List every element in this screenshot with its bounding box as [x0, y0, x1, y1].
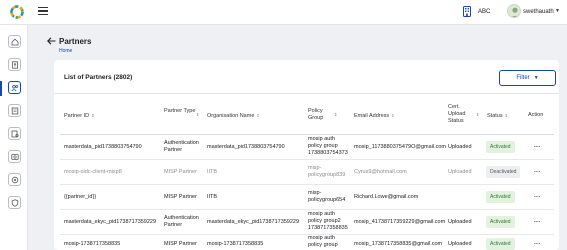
column-header-cert-upload-status[interactable]: Cert. Upload Status: [448, 104, 472, 125]
sort-icon[interactable]: ⇕: [334, 112, 337, 117]
column-header-email-address[interactable]: Email Address ⇕: [354, 112, 395, 120]
table-row[interactable]: masterdata_pid1738803754790 Authenticati…: [60, 135, 554, 160]
partner-type: Authentication Partner: [164, 215, 199, 228]
policy-group: mosip auth policy group 1738803754373: [308, 136, 348, 156]
sort-icon: ⇕: [256, 113, 260, 118]
menu-toggle-icon[interactable]: [38, 7, 48, 16]
user-name[interactable]: swethauath: [523, 9, 554, 15]
cert-upload-status: Uploaded: [448, 144, 472, 150]
email-address: Cyrus9@hotmail.com: [354, 169, 407, 175]
sort-icon: ⇕: [391, 113, 395, 118]
partner-type: Authentication Partner: [164, 140, 199, 153]
avatar[interactable]: [507, 4, 521, 18]
organization-icon: [463, 6, 471, 17]
sort-icon[interactable]: ⇕: [476, 112, 479, 117]
table-row[interactable]: masterdata_ekyc_pid1738717359229 Authent…: [60, 210, 554, 235]
status-badge: Deactivated: [486, 166, 521, 178]
email-address: mosip_41738717359229@gmail.com: [354, 219, 446, 225]
caret-down-icon: ▼: [533, 75, 539, 81]
policy-icon[interactable]: [8, 104, 21, 117]
policy-group: mosip auth policy group2 1738717358835: [308, 211, 348, 231]
policy-group: misp-policygroup839: [308, 165, 346, 178]
email-address: mosip_1173880375479O@gmail.com: [354, 144, 447, 150]
shield-icon[interactable]: [8, 196, 21, 209]
policy-group: misp-policygroup654: [308, 190, 346, 203]
more-actions-icon[interactable]: ...: [534, 168, 541, 174]
list-title: List of Partners (2802): [64, 74, 133, 81]
partners-list-card: List of Partners (2802) Filter ▼ Partner…: [54, 60, 559, 250]
more-actions-icon[interactable]: ...: [534, 143, 541, 149]
partner-id[interactable]: masterdata_pid1738803754790: [64, 144, 142, 151]
column-header-action: Action: [528, 112, 544, 118]
partner-type: MISP Partner: [164, 169, 197, 175]
column-header-partner-id[interactable]: Partner ID ⇕: [64, 112, 94, 120]
cert-upload-status: Uploaded: [448, 169, 472, 175]
partners-icon[interactable]: [8, 81, 21, 94]
page-title: Partners: [59, 37, 92, 46]
sidebar: [0, 25, 28, 250]
policy-group: mosip auth policy group: [308, 235, 338, 248]
email-address: mosip_1738717358835@gmail.com: [354, 241, 443, 247]
table-row[interactable]: mosip-1738717358835 MISP Partner mosip-1…: [60, 235, 554, 250]
device-icon[interactable]: [8, 150, 21, 163]
sort-icon: ⇕: [91, 113, 95, 118]
partner-type: MISP Partner: [164, 194, 197, 200]
cert-upload-status: Uploaded: [448, 241, 472, 247]
top-bar: ABC swethauath ▼: [0, 0, 567, 25]
back-arrow-icon[interactable]: [47, 37, 56, 45]
cert-upload-status: Uploaded: [448, 219, 472, 225]
status-badge: Activated: [486, 238, 515, 250]
upload-doc-icon[interactable]: [8, 58, 21, 71]
more-actions-icon[interactable]: ...: [534, 240, 541, 246]
column-header-policy-group[interactable]: Policy Group: [308, 108, 330, 122]
sidebar-active-indicator: [0, 81, 2, 96]
partner-id[interactable]: {{partner_id}}: [64, 194, 96, 201]
column-header-organisation-name[interactable]: Organisation Name ⇕: [207, 112, 260, 120]
partner-type: MISP Partner: [164, 241, 197, 247]
sort-icon: ⇕: [504, 113, 508, 118]
status-badge: Activated: [486, 191, 515, 203]
chevron-down-icon[interactable]: ▼: [555, 8, 560, 14]
organisation-name: IITB: [207, 194, 218, 200]
table-row[interactable]: {{partner_id}} MISP Partner IITB misp-po…: [60, 185, 554, 210]
more-actions-icon[interactable]: ...: [534, 218, 541, 224]
organisation-name: mosip-1738717358835: [207, 241, 264, 247]
table-row[interactable]: mosip-oidc-client-misp8 MISP Partner IIT…: [60, 160, 554, 185]
settings-icon[interactable]: [8, 173, 21, 186]
status-badge: Activated: [486, 141, 515, 153]
column-header-status[interactable]: Status ⇕: [487, 112, 508, 120]
email-address: Richard.Lowe@gmail.com: [354, 194, 419, 200]
partner-id[interactable]: mosip-oidc-client-misp8: [64, 169, 122, 176]
certificate-icon[interactable]: [8, 127, 21, 140]
organisation-name: masterdata_ekyc_pid1738717359229: [207, 219, 300, 225]
divider: [54, 93, 559, 94]
breadcrumb[interactable]: Home: [59, 48, 72, 54]
sort-icon[interactable]: ⇕: [196, 112, 199, 117]
more-actions-icon[interactable]: ...: [534, 193, 541, 199]
filter-label: Filter: [516, 75, 530, 81]
status-badge: Activated: [486, 216, 515, 228]
filter-button[interactable]: Filter ▼: [499, 70, 556, 86]
organisation-name: masterdata_pid1738803754790: [207, 144, 285, 150]
home-icon[interactable]: [8, 35, 21, 48]
partner-id[interactable]: mosip-1738717358835: [64, 241, 120, 248]
column-header-partner-type[interactable]: Partner Type: [164, 108, 196, 115]
app-logo-icon[interactable]: [10, 5, 24, 19]
partner-id[interactable]: masterdata_ekyc_pid1738717359229: [64, 219, 156, 226]
organization-name: ABC: [478, 9, 491, 15]
organisation-name: IITB: [207, 169, 218, 175]
